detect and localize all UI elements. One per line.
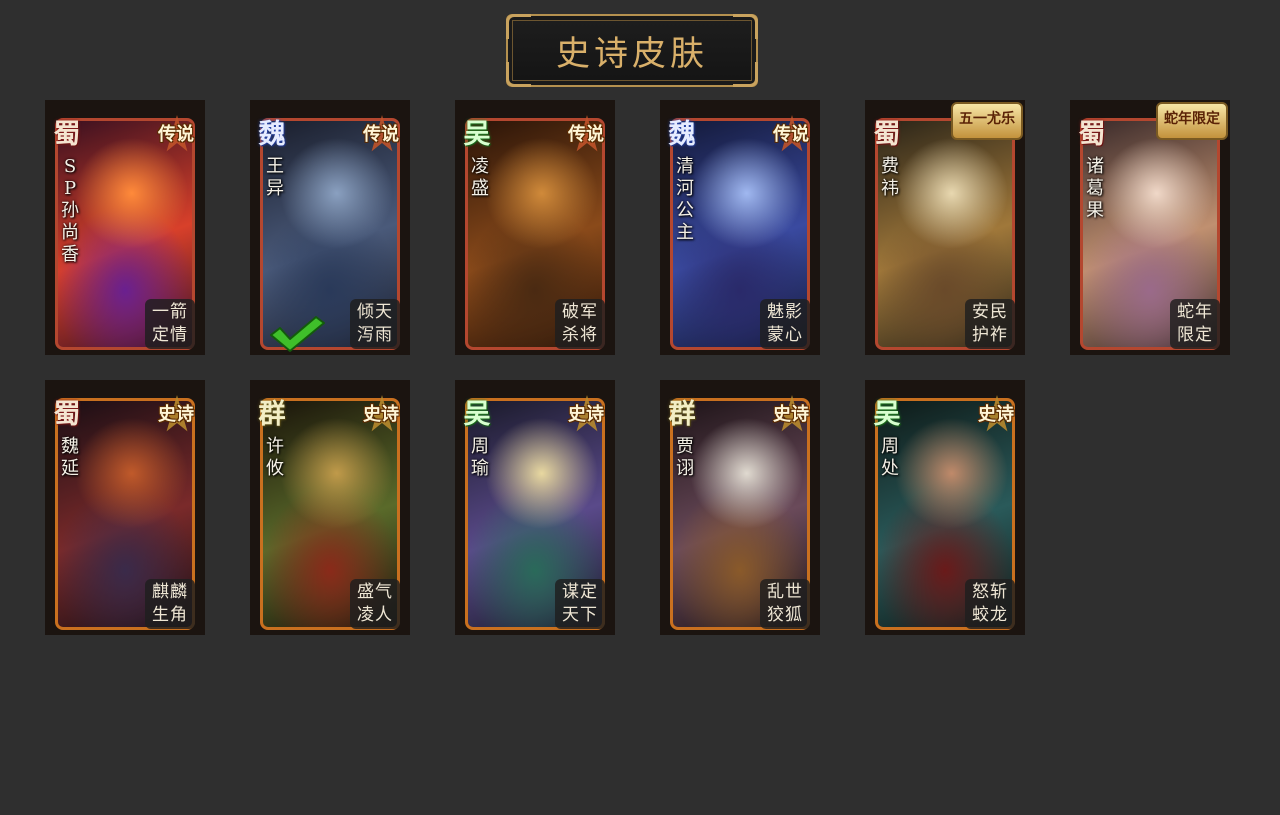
skin-name-line: 泻雨 (357, 325, 393, 345)
rarity-label: 史诗 (158, 404, 194, 425)
rarity-badge: 史诗 (560, 392, 610, 440)
skin-card[interactable]: 吴 史诗周瑜谋定天下 (455, 380, 615, 635)
skin-name: 乱世 狡狐 (760, 579, 810, 629)
event-badge: 蛇年限定 (1156, 102, 1228, 140)
banner-corner-ornament (733, 62, 758, 87)
skin-name: 谋定 天下 (555, 579, 605, 629)
skin-name: 盛气 凌人 (350, 579, 400, 629)
faction-emblem: 吴 (463, 118, 491, 150)
rarity-label: 史诗 (363, 404, 399, 425)
skin-card[interactable]: 群 史诗贾诩乱世狡狐 (660, 380, 820, 635)
skin-name: 一箭 定情 (145, 299, 195, 349)
hero-name: SP孙尚香 (61, 156, 79, 265)
rarity-badge: 传说 (765, 112, 815, 160)
rarity-badge: 史诗 (150, 392, 200, 440)
skin-name-line: 一箭 (152, 302, 188, 322)
hero-name: 魏延 (61, 436, 79, 479)
hero-name: 贾诩 (676, 436, 694, 479)
faction-emblem: 蜀 (1078, 118, 1106, 150)
skin-name-line: 乱世 (767, 582, 803, 602)
event-badge: 五一尤乐 (951, 102, 1023, 140)
skin-name-line: 蛟龙 (972, 605, 1008, 625)
skin-name-line: 狡狐 (767, 605, 803, 625)
rarity-label: 史诗 (978, 404, 1014, 425)
skin-name-line: 麒麟 (152, 582, 188, 602)
page-title: 史诗皮肤 (556, 34, 708, 74)
rarity-badge: 传说 (150, 112, 200, 160)
rarity-badge: 传说 (355, 112, 405, 160)
hero-name: 凌盛 (471, 156, 489, 199)
faction-emblem: 群 (668, 398, 696, 430)
hero-name: 清河公主 (676, 156, 694, 243)
skin-card[interactable]: 蜀 传说 SP孙尚香一箭定情 (45, 100, 205, 355)
skin-name-line: 定情 (152, 325, 188, 345)
skin-card[interactable]: 吴 史诗周处怒斩蛟龙 (865, 380, 1025, 635)
skin-name-line: 杀将 (562, 325, 598, 345)
faction-emblem: 蜀 (53, 398, 81, 430)
skin-card[interactable]: 蜀 五一尤乐费祎安民护祚 (865, 100, 1025, 355)
page-title-banner: 史诗皮肤 (506, 14, 758, 87)
banner-corner-ornament (733, 14, 758, 39)
hero-name: 许攸 (266, 436, 284, 479)
skin-card[interactable]: 魏 传说清河公主魅影蒙心 (660, 100, 820, 355)
rarity-badge: 史诗 (765, 392, 815, 440)
faction-emblem: 吴 (463, 398, 491, 430)
skin-name: 麒麟 生角 (145, 579, 195, 629)
faction-emblem: 魏 (258, 118, 286, 150)
skin-name-line: 限定 (1177, 325, 1213, 345)
skin-name: 蛇年 限定 (1170, 299, 1220, 349)
skin-card[interactable]: 吴 传说凌盛破军杀将 (455, 100, 615, 355)
skin-card[interactable]: 群 史诗许攸盛气凌人 (250, 380, 410, 635)
skin-name-line: 蛇年 (1177, 302, 1213, 322)
rarity-badge: 史诗 (970, 392, 1020, 440)
hero-name: 诸葛果 (1086, 156, 1104, 221)
banner-corner-ornament (506, 62, 531, 87)
skin-name-line: 倾天 (357, 302, 393, 322)
skin-name-line: 谋定 (562, 582, 598, 602)
faction-emblem: 蜀 (873, 118, 901, 150)
skin-name-line: 凌人 (357, 605, 393, 625)
faction-emblem: 蜀 (53, 118, 81, 150)
hero-name: 费祎 (881, 156, 899, 199)
skin-name-line: 护祚 (972, 325, 1008, 345)
skin-card[interactable]: 蜀 史诗魏延麒麟生角 (45, 380, 205, 635)
skin-name: 魅影 蒙心 (760, 299, 810, 349)
rarity-label: 史诗 (568, 404, 604, 425)
hero-name: 周瑜 (471, 436, 489, 479)
skin-name-line: 破军 (562, 302, 598, 322)
skin-name: 怒斩 蛟龙 (965, 579, 1015, 629)
skin-name: 安民 护祚 (965, 299, 1015, 349)
skin-name-line: 天下 (562, 605, 598, 625)
rarity-label: 传说 (568, 124, 604, 145)
skin-name-line: 蒙心 (767, 325, 803, 345)
hero-name: 周处 (881, 436, 899, 479)
skin-name-line: 安民 (972, 302, 1008, 322)
rarity-label: 传说 (158, 124, 194, 145)
hero-name: 王异 (266, 156, 284, 199)
skin-name-line: 怒斩 (972, 582, 1008, 602)
skin-name-line: 魅影 (767, 302, 803, 322)
selected-check-icon (270, 316, 325, 352)
skin-name-line: 盛气 (357, 582, 393, 602)
skin-name: 倾天 泻雨 (350, 299, 400, 349)
skin-name: 破军 杀将 (555, 299, 605, 349)
faction-emblem: 群 (258, 398, 286, 430)
skin-name-line: 生角 (152, 605, 188, 625)
rarity-label: 传说 (363, 124, 399, 145)
rarity-badge: 史诗 (355, 392, 405, 440)
rarity-badge: 传说 (560, 112, 610, 160)
rarity-label: 传说 (773, 124, 809, 145)
skin-card[interactable]: 蜀蛇年限定 诸葛果 蛇年 限定 (1070, 100, 1230, 355)
banner-corner-ornament (506, 14, 531, 39)
faction-emblem: 魏 (668, 118, 696, 150)
rarity-label: 史诗 (773, 404, 809, 425)
skin-card[interactable]: 魏 传说王异倾天泻雨 (250, 100, 410, 355)
faction-emblem: 吴 (873, 398, 901, 430)
